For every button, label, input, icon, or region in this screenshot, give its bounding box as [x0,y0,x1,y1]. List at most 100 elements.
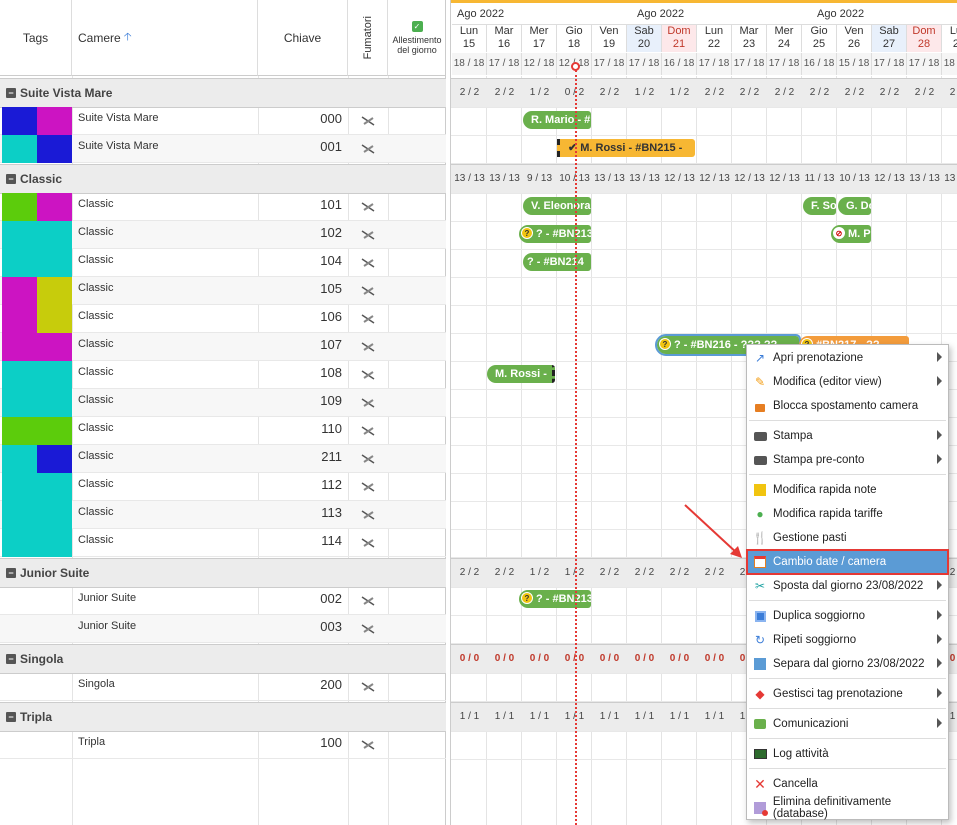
day-header[interactable]: Lun29 [942,24,957,52]
group-singola[interactable]: − Singola [0,644,446,674]
room-row-002[interactable]: Junior Suite 002 [0,587,446,615]
day-header[interactable]: Mar 16 [487,24,522,52]
day-header[interactable]: Gio 18 [557,24,592,52]
booking-bar[interactable]: ⊘M. Pi [831,225,871,243]
room-row-106[interactable]: Classic 106 [0,305,446,333]
collapse-icon[interactable]: − [6,712,16,722]
day-header[interactable]: Mar 23 [732,24,767,52]
day-of-week: Sab [634,25,654,37]
menu-quick-notes[interactable]: Modifica rapida note [747,478,948,502]
menu-cancel[interactable]: ✕ Cancella [747,772,948,796]
setup-header[interactable]: ✓ Allestimento del giorno [388,0,446,76]
smokers-header[interactable]: Fumatori [348,0,388,76]
day-header[interactable]: Sab 20 [627,24,662,52]
menu-lock-room[interactable]: Blocca spostamento camera [747,394,948,418]
day-header[interactable]: Mer 17 [522,24,557,52]
menu-open-booking[interactable]: ↗ Apri prenotazione [747,346,948,370]
menu-manage-tags[interactable]: ◆ Gestisci tag prenotazione [747,682,948,706]
group-availability-cell: 2 / 2 [494,87,515,98]
collapse-icon[interactable]: − [6,568,16,578]
booking-bar[interactable]: ? - #BN214 [523,253,591,271]
room-row-102[interactable]: Classic 102 [0,221,446,249]
room-row-108[interactable]: Classic 108 [0,361,446,389]
no-smoking-icon [361,116,375,126]
sort-asc-icon[interactable]: 🡡 [124,28,132,47]
room-row-000[interactable]: Suite Vista Mare 000 [0,107,446,135]
tag-swatch [2,417,72,445]
group-junior-suite[interactable]: − Junior Suite [0,558,446,588]
day-header[interactable]: Lun 22 [697,24,732,52]
room-row-200[interactable]: Singola 200 [0,673,446,701]
room-row-107[interactable]: Classic 107 [0,333,446,361]
room-row-100[interactable]: Tripla 100 [0,731,446,759]
menu-duplicate-stay[interactable]: Duplica soggiorno [747,604,948,628]
room-row-110[interactable]: Classic 110 [0,417,446,445]
room-row-101[interactable]: Classic 101 [0,193,446,221]
menu-split-from-day[interactable]: Separa dal giorno 23/08/2022 [747,652,948,676]
room-row-211[interactable]: Classic 211 [0,445,446,473]
collapse-icon[interactable]: − [6,654,16,664]
collapse-icon[interactable]: − [6,174,16,184]
room-row-113[interactable]: Classic 113 [0,501,446,529]
day-number: 27 [882,38,896,50]
room-row-003[interactable]: Junior Suite 003 [0,615,446,643]
menu-repeat-stay[interactable]: ↻ Ripeti soggiorno [747,628,948,652]
menu-print-preconto[interactable]: Stampa pre-conto [747,448,948,472]
booking-bar[interactable]: R. Mario - # [523,111,591,129]
group-availability-cell: 13 / 13 [454,173,485,184]
menu-delete-permanently[interactable]: Elimina definitivamente (database) [747,796,948,820]
smokers-header-label: Fumatori [361,15,374,60]
menu-label: Cancella [773,778,818,790]
booking-bar[interactable]: V. Eleonora [523,197,591,215]
room-row-105[interactable]: Classic 105 [0,277,446,305]
group-classic[interactable]: − Classic [0,164,446,194]
room-row-112[interactable]: Classic 112 [0,473,446,501]
menu-meals[interactable]: 🍴 Gestione pasti [747,526,948,550]
rooms-header-label: Camere [78,30,121,45]
menu-label: Elimina definitivamente (database) [772,796,892,820]
question-icon: ? [521,592,533,604]
day-of-week: Dom [912,25,936,37]
room-row-109[interactable]: Classic 109 [0,389,446,417]
group-label: Classic [20,172,63,186]
room-type-label: Classic [78,226,114,238]
menu-print[interactable]: Stampa [747,424,948,448]
day-header[interactable]: Sab 27 [872,24,907,52]
booking-bar[interactable]: ?? - #BN213 [519,225,591,243]
tags-header[interactable]: Tags [0,0,72,76]
menu-label: Gestisci tag prenotazione [773,688,903,700]
menu-move-from-day[interactable]: ✂ Sposta dal giorno 23/08/2022 [747,574,948,598]
rooms-header[interactable]: Camere 🡡 [72,0,258,76]
booking-bar[interactable]: ?? - #BN213 [519,590,591,608]
booking-bar[interactable]: M. Rossi - [487,365,555,383]
booking-bar[interactable]: G. Do [838,197,871,215]
day-header[interactable]: Dom 21 [662,24,697,52]
room-row-114[interactable]: Classic 114 [0,529,446,557]
menu-communications[interactable]: Comunicazioni [747,712,948,736]
menu-activity-log[interactable]: Log attività [747,742,948,766]
menu-label: Gestione pasti [773,532,847,544]
menu-quick-rates[interactable]: ● Modifica rapida tariffe [747,502,948,526]
occupancy-cell: 18 / 18 [942,53,957,75]
day-header[interactable]: Lun 15 [452,24,487,52]
day-header[interactable]: Ven 26 [837,24,872,52]
group-tripla[interactable]: − Tripla [0,702,446,732]
collapse-icon[interactable]: − [6,88,16,98]
occupancy-cell: 17 / 18 [872,53,907,75]
month-label: Ago 2022 [817,8,865,20]
day-header[interactable]: Dom 28 [907,24,942,52]
day-number: 23 [742,38,756,50]
printer-icon [753,453,767,467]
day-header[interactable]: Gio 25 [802,24,837,52]
room-row-104[interactable]: Classic 104 [0,249,446,277]
menu-change-dates-room[interactable]: Cambio date / camera [746,549,949,575]
menu-edit[interactable]: ✎ Modifica (editor view) [747,370,948,394]
rooms-panel: Tags Camere 🡡 Chiave Fumatori ✓ Allestim… [0,0,446,825]
booking-bar[interactable]: ✔ M. Rossi - #BN215 - [557,139,695,157]
group-suite-vista-mare[interactable]: − Suite Vista Mare [0,78,446,108]
room-row-001[interactable]: Suite Vista Mare 001 [0,135,446,163]
day-header[interactable]: Mer 24 [767,24,802,52]
key-header[interactable]: Chiave [258,0,348,76]
day-header[interactable]: Ven 19 [592,24,627,52]
booking-bar[interactable]: F. So [803,197,836,215]
